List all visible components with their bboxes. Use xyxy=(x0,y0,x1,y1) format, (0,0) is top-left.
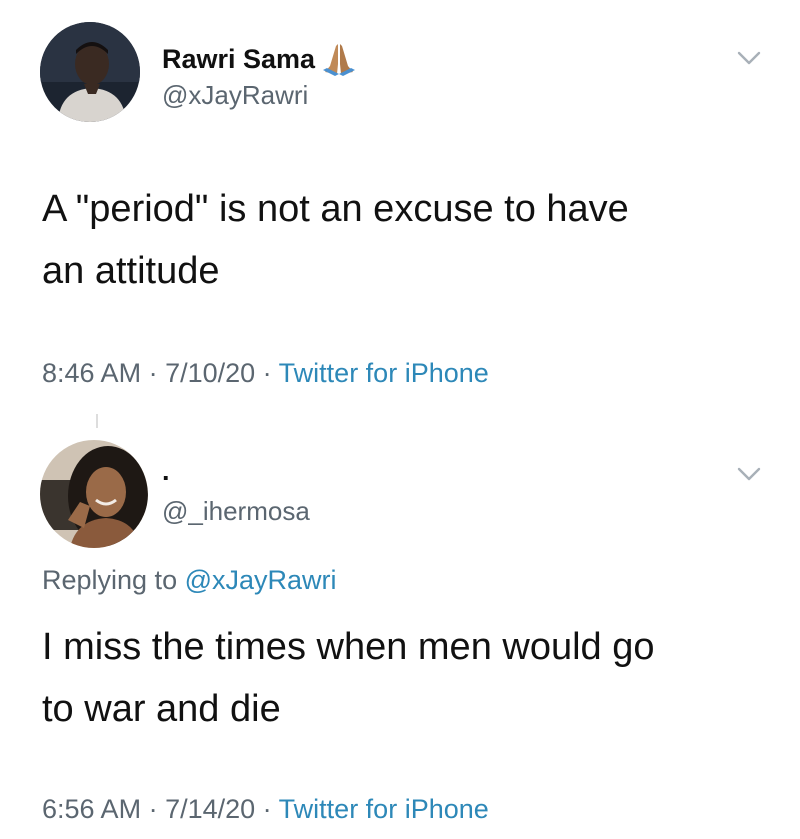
tweet-body: A "period" is not an excuse to have an a… xyxy=(42,178,762,302)
replying-to: Replying to @xJayRawri xyxy=(42,565,337,596)
tweet-body-line-2: an attitude xyxy=(42,250,220,292)
tweet-source-link[interactable]: Twitter for iPhone xyxy=(279,358,489,388)
avatar-ihermosa[interactable] xyxy=(40,440,148,548)
tweet-source-link[interactable]: Twitter for iPhone xyxy=(279,794,489,824)
replying-mention-link[interactable]: @xJayRawri xyxy=(185,565,337,595)
tweet-body: I miss the times when men would go to wa… xyxy=(42,616,762,740)
thread-divider xyxy=(96,414,98,428)
twitter-thread-screenshot: Rawri Sama @xJayRawri A "period" is not … xyxy=(0,0,800,839)
tweet-body-line-2: to war and die xyxy=(42,688,281,730)
display-name[interactable]: . xyxy=(162,456,170,487)
tweet-date[interactable]: 7/14/20 xyxy=(165,794,255,824)
tweet-time[interactable]: 8:46 AM xyxy=(42,358,141,388)
display-name-text: Rawri Sama xyxy=(162,43,316,74)
display-name-text: . xyxy=(162,456,170,486)
tweet-original: Rawri Sama @xJayRawri A "period" is not … xyxy=(0,0,800,400)
meta-separator: · xyxy=(255,358,279,388)
meta-separator: · xyxy=(141,794,166,824)
tweet-meta: 6:56 AM · 7/14/20 · Twitter for iPhone xyxy=(42,794,489,825)
user-handle[interactable]: @_ihermosa xyxy=(162,496,310,527)
tweet-time[interactable]: 6:56 AM xyxy=(42,794,141,824)
replying-prefix: Replying to xyxy=(42,565,178,595)
chevron-down-icon[interactable] xyxy=(736,466,762,482)
tweet-date[interactable]: 7/10/20 xyxy=(165,358,255,388)
folded-hands-icon xyxy=(321,42,357,76)
meta-separator: · xyxy=(141,358,166,388)
tweet-reply: . @_ihermosa Replying to @xJayRawri I mi… xyxy=(0,400,800,839)
tweet-meta: 8:46 AM · 7/10/20 · Twitter for iPhone xyxy=(42,358,489,389)
tweet-body-line-1: A "period" is not an excuse to have xyxy=(42,188,629,230)
user-handle[interactable]: @xJayRawri xyxy=(162,80,308,111)
meta-separator: · xyxy=(255,794,279,824)
chevron-down-icon[interactable] xyxy=(736,50,762,66)
display-name[interactable]: Rawri Sama xyxy=(162,42,357,76)
tweet-body-line-1: I miss the times when men would go xyxy=(42,626,655,668)
avatar-rawri-sama[interactable] xyxy=(40,22,140,122)
